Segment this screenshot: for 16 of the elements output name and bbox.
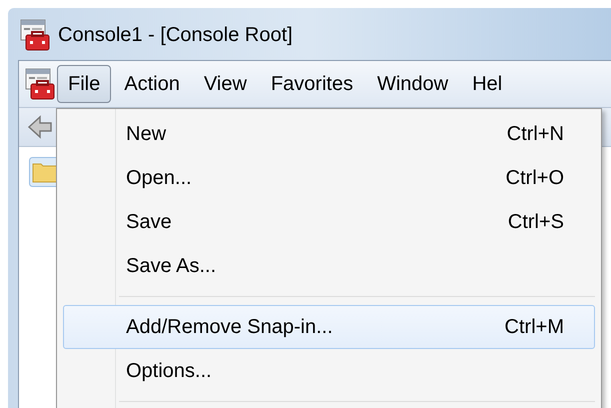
menu-item[interactable]: Save Ctrl+S	[63, 200, 595, 244]
menu-bar-item[interactable]: Window	[366, 65, 460, 103]
menu-item[interactable]: Open... Ctrl+O	[63, 156, 595, 200]
menu-item[interactable]: Save As...	[63, 244, 595, 288]
menu-bar-item[interactable]: View	[192, 65, 258, 103]
back-arrow-icon[interactable]	[27, 115, 53, 139]
menu-item[interactable]: New Ctrl+N	[63, 112, 595, 156]
menu-item[interactable]: Options...	[63, 349, 595, 393]
menu-bar-item[interactable]: Hel	[461, 65, 514, 103]
console-icon	[20, 19, 50, 51]
window-title: Console1 - [Console Root]	[58, 23, 293, 48]
menu-bar-item[interactable]: Action	[113, 65, 191, 103]
console-icon	[25, 68, 55, 100]
menu-bar-item[interactable]: Favorites	[260, 65, 364, 103]
menu-item[interactable]: Add/Remove Snap-in... Ctrl+M	[63, 305, 595, 349]
menu-bar-item[interactable]: File	[57, 65, 112, 103]
